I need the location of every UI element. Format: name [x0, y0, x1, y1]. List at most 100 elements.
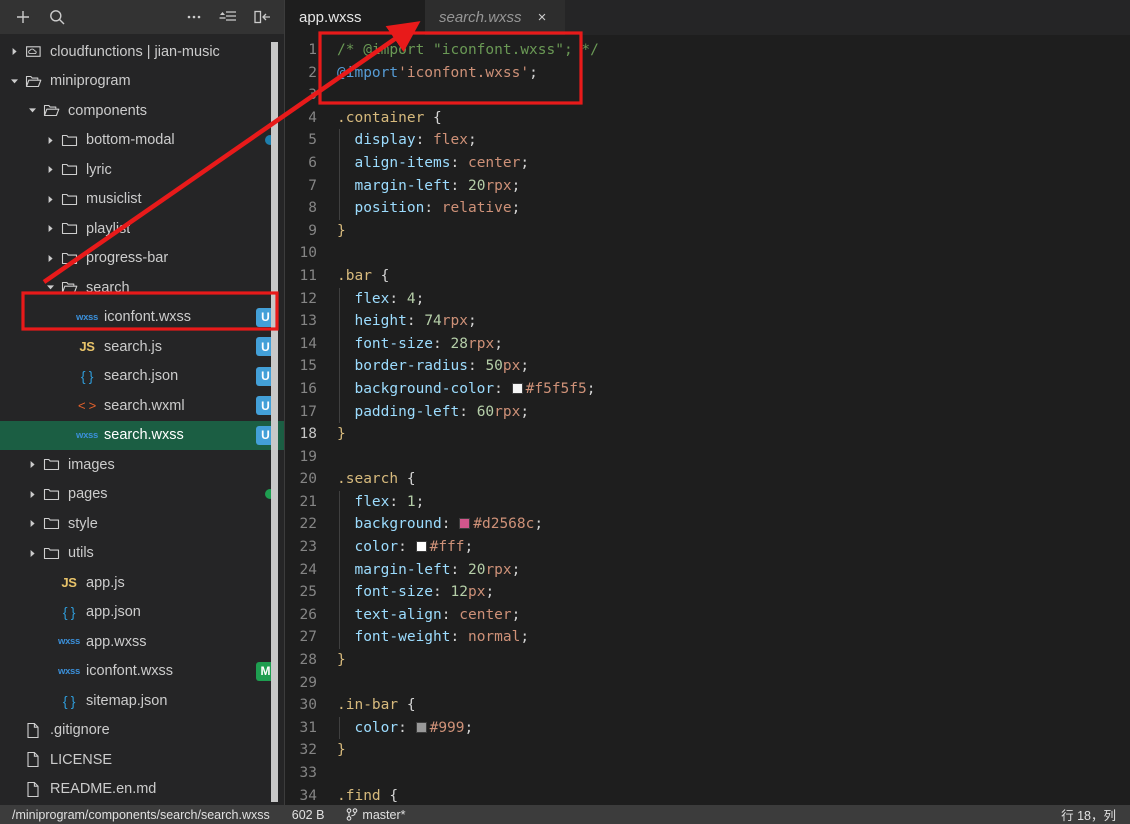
code-line[interactable]: 14 font-size: 28rpx; — [285, 332, 1130, 356]
code-line[interactable]: 18} — [285, 423, 1130, 446]
tree-item-cloudfunctions-jian-music[interactable]: cloudfunctions | jian-music — [0, 37, 285, 67]
code-line[interactable]: 33 — [285, 762, 1130, 785]
tree-item-search-js[interactable]: JS search.js U — [0, 332, 285, 362]
code-line[interactable]: 29 — [285, 672, 1130, 695]
tree-item-iconfont-wxss[interactable]: wxss iconfont.wxss U — [0, 303, 285, 333]
search-icon[interactable] — [40, 2, 74, 32]
code-line[interactable]: 3 — [285, 84, 1130, 107]
file-tree[interactable]: cloudfunctions | jian-music miniprogram co… — [0, 34, 285, 805]
indent-guide — [339, 603, 340, 627]
tree-item-app-js[interactable]: JS app.js — [0, 568, 285, 598]
chevron-right-icon[interactable] — [42, 165, 58, 174]
code-line[interactable]: 12 flex: 4; — [285, 287, 1130, 311]
collapse-all-icon[interactable] — [211, 2, 245, 32]
code-token: rpx — [485, 177, 512, 194]
code-line[interactable]: 4 .container { — [285, 107, 1130, 130]
tree-item-playlist[interactable]: playlist — [0, 214, 285, 244]
tree-item-utils[interactable]: utils — [0, 539, 285, 569]
editor-tabbar[interactable]: app.wxss search.wxss × — [285, 0, 1130, 35]
chevron-down-icon[interactable] — [42, 283, 58, 292]
tree-item-musiclist[interactable]: musiclist — [0, 185, 285, 215]
tree-item-search-wxss[interactable]: wxss search.wxss U — [0, 420, 285, 450]
code-line[interactable]: 26 text-align: center; — [285, 603, 1130, 627]
code-content[interactable]: 1 /* @import "iconfont.wxss"; */ 2 @import'… — [285, 35, 1130, 805]
tree-item-components[interactable]: components — [0, 96, 285, 126]
code-token: { — [371, 267, 390, 284]
chevron-right-icon[interactable] — [24, 549, 40, 558]
tree-item-progress-bar[interactable]: progress-bar — [0, 244, 285, 274]
tree-item-readme-md[interactable]: README.md — [0, 804, 285, 805]
sidebar-scrollbar[interactable] — [271, 42, 278, 802]
tree-item-pages[interactable]: pages — [0, 480, 285, 510]
code-line[interactable]: 2 @import'iconfont.wxss'; — [285, 62, 1130, 85]
tree-item-lyric[interactable]: lyric — [0, 155, 285, 185]
tree-item-iconfont-wxss[interactable]: wxss iconfont.wxss M — [0, 657, 285, 687]
code-line[interactable]: 6 align-items: center; — [285, 151, 1130, 175]
color-swatch[interactable] — [415, 721, 427, 733]
code-line[interactable]: 9} — [285, 220, 1130, 243]
tree-item-search-wxml[interactable]: < > search.wxml U — [0, 391, 285, 421]
code-line[interactable]: 24 margin-left: 20rpx; — [285, 558, 1130, 582]
tree-item-sitemap-json[interactable]: { } sitemap.json — [0, 686, 285, 716]
editor-tab-app-wxss[interactable]: app.wxss — [285, 0, 425, 35]
status-git-branch[interactable]: master* — [346, 808, 406, 822]
status-file-path[interactable]: /miniprogram/components/search/search.wx… — [12, 808, 270, 822]
close-icon[interactable]: × — [533, 9, 551, 27]
color-swatch[interactable] — [459, 518, 471, 530]
chevron-right-icon[interactable] — [42, 136, 58, 145]
tree-item-search[interactable]: search — [0, 273, 285, 303]
chevron-right-icon[interactable] — [24, 490, 40, 499]
tree-item-app-json[interactable]: { } app.json — [0, 598, 285, 628]
code-line[interactable]: 34 .find { — [285, 785, 1130, 805]
code-line[interactable]: 17 padding-left: 60rpx; — [285, 400, 1130, 424]
tree-item-miniprogram[interactable]: miniprogram — [0, 67, 285, 97]
toggle-sidebar-icon[interactable] — [245, 2, 279, 32]
new-file-icon[interactable] — [6, 2, 40, 32]
code-line[interactable]: 5 display: flex; — [285, 129, 1130, 152]
chevron-right-icon[interactable] — [24, 519, 40, 528]
color-swatch[interactable] — [511, 382, 523, 394]
code-token: #999 — [429, 719, 465, 736]
code-line[interactable]: 27 font-weight: normal; — [285, 626, 1130, 650]
code-line[interactable]: 8 position: relative; — [285, 197, 1130, 220]
code-line[interactable]: 19 — [285, 446, 1130, 469]
code-line[interactable]: 10 — [285, 242, 1130, 265]
more-actions-icon[interactable] — [177, 2, 211, 32]
chevron-right-icon[interactable] — [42, 224, 58, 233]
code-line[interactable]: 7 margin-left: 20rpx; — [285, 174, 1130, 198]
tree-item-app-wxss[interactable]: wxss app.wxss — [0, 627, 285, 657]
explorer-sidebar: cloudfunctions | jian-music miniprogram co… — [0, 0, 285, 805]
code-line[interactable]: 16 background-color: #f5f5f5; — [285, 377, 1130, 401]
tree-item-style[interactable]: style — [0, 509, 285, 539]
chevron-right-icon[interactable] — [24, 460, 40, 469]
code-line[interactable]: 15 border-radius: 50px; — [285, 355, 1130, 378]
code-line[interactable]: 20 .search { — [285, 468, 1130, 491]
code-line[interactable]: 23 color: #fff; — [285, 536, 1130, 559]
color-swatch[interactable] — [415, 541, 427, 553]
code-line[interactable]: 30 .in-bar { — [285, 694, 1130, 717]
code-line[interactable]: 31 color: #999; — [285, 716, 1130, 740]
status-left: /miniprogram/components/search/search.wx… — [8, 808, 406, 822]
tree-item-images[interactable]: images — [0, 450, 285, 480]
status-cursor-position[interactable]: 行 18，列 — [1061, 805, 1116, 824]
code-line[interactable]: 1 /* @import "iconfont.wxss"; */ — [285, 39, 1130, 62]
code-line[interactable]: 21 flex: 1; — [285, 490, 1130, 514]
editor-tab-search-wxss[interactable]: search.wxss × — [425, 0, 565, 35]
chevron-down-icon[interactable] — [24, 106, 40, 115]
code-line[interactable]: 28} — [285, 649, 1130, 672]
chevron-right-icon[interactable] — [42, 195, 58, 204]
tree-item-license[interactable]: LICENSE — [0, 745, 285, 775]
chevron-right-icon[interactable] — [42, 254, 58, 263]
code-line[interactable]: 11 .bar { — [285, 265, 1130, 288]
code-line[interactable]: 32} — [285, 739, 1130, 762]
code-line[interactable]: 25 font-size: 12px; — [285, 581, 1130, 604]
code-line[interactable]: 22 background: #d2568c; — [285, 513, 1130, 537]
tree-item-readme-en-md[interactable]: README.en.md — [0, 775, 285, 805]
chevron-right-icon[interactable] — [6, 47, 22, 56]
tree-item-gitignore[interactable]: .gitignore — [0, 716, 285, 746]
code-line[interactable]: 13 height: 74rpx; — [285, 310, 1130, 333]
tree-item-bottom-modal[interactable]: bottom-modal — [0, 126, 285, 156]
editor-code-area[interactable]: 1 /* @import "iconfont.wxss"; */ 2 @import'… — [285, 35, 1130, 805]
tree-item-search-json[interactable]: { } search.json U — [0, 362, 285, 392]
chevron-down-icon[interactable] — [6, 77, 22, 86]
